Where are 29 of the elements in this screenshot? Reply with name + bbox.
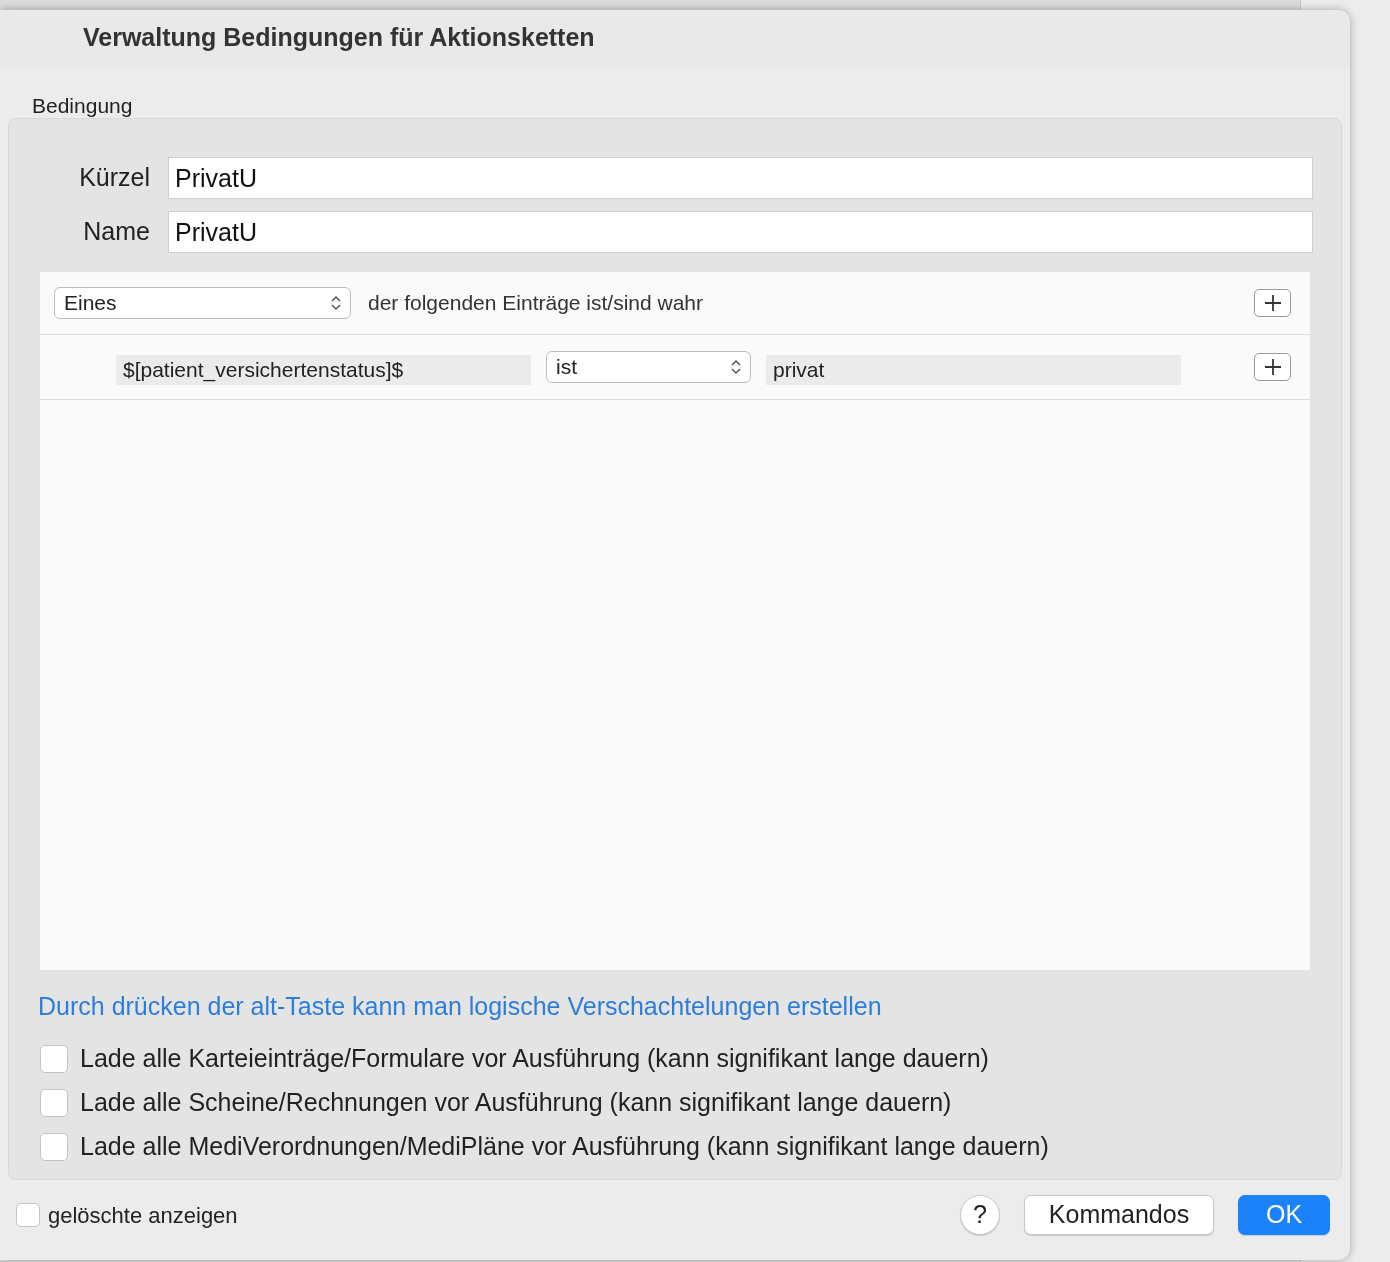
checkbox[interactable] (40, 1088, 68, 1117)
rule-description: der folgenden Einträge ist/sind wahr (368, 290, 705, 317)
text-field[interactable]: PrivatU (168, 157, 1313, 199)
ok-button[interactable]: OK (1238, 1195, 1330, 1235)
add-button[interactable] (1254, 353, 1291, 381)
checkbox[interactable] (40, 1132, 68, 1161)
add-button[interactable] (1254, 289, 1291, 317)
value-field[interactable]: privat (766, 355, 1181, 385)
checkbox-label: Lade alle MediVerordnungen/MediPläne vor Ausführung (kann signifikant lange dauern) (80, 1130, 1049, 1162)
stepper-chevron-icon (331, 295, 341, 311)
commands-button[interactable]: Kommandos (1024, 1195, 1214, 1235)
field-label: Name (82, 216, 150, 248)
checkbox[interactable] (40, 1044, 68, 1073)
stepper-chevron-icon (731, 359, 741, 375)
variable-field[interactable]: $[patient_versichertenstatus]$ (116, 355, 531, 385)
group-label: Bedingung (32, 94, 133, 117)
quantifier-select[interactable]: Eines (54, 287, 351, 319)
help-button[interactable]: ? (960, 1195, 1000, 1235)
text-field[interactable]: PrivatU (168, 211, 1313, 253)
checkbox-label: Lade alle Karteieinträge/Formulare vor Ausführung (kann signifikant lange dauern) (80, 1042, 989, 1074)
field-label: Kürzel (78, 162, 150, 194)
window-title: Verwaltung Bedingungen für Aktionsketten (83, 22, 595, 54)
plus-icon (1263, 294, 1282, 312)
checkbox-label: gelöschte anzeigen (48, 1201, 238, 1230)
operator-select[interactable]: ist (546, 351, 751, 383)
plus-icon (1263, 358, 1282, 376)
hint-text: Durch drücken der alt-Taste kann man logische Verschachtelungen erstellen (38, 992, 882, 1020)
checkbox[interactable] (16, 1203, 40, 1227)
checkbox-label: Lade alle Scheine/Rechnungen vor Ausführung (kann signifikant lange dauern) (80, 1086, 952, 1118)
